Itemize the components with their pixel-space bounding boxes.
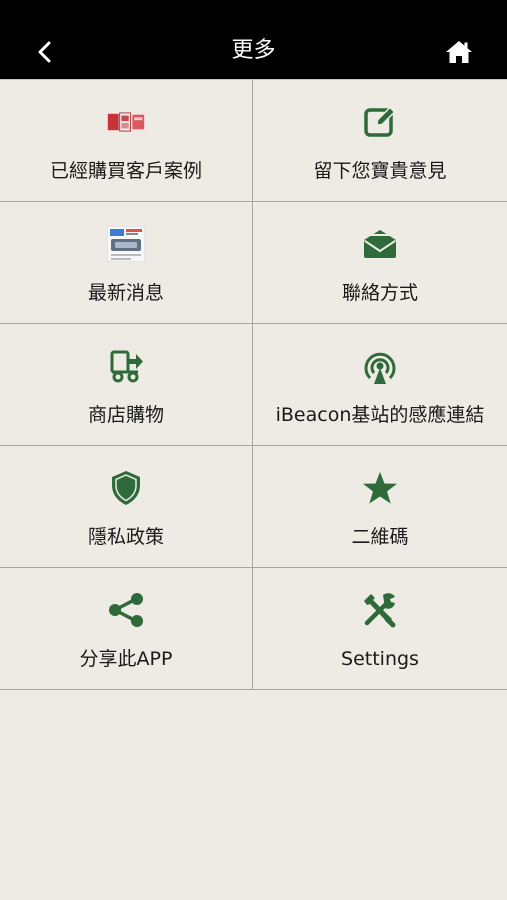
menu-item-contact[interactable]: 聯絡方式 — [253, 202, 507, 324]
menu-item-label: Settings — [341, 648, 419, 670]
menu-item-settings[interactable]: Settings — [253, 568, 507, 690]
news-thumbnail-icon — [106, 224, 146, 264]
menu-item-label: iBeacon基站的感應連結 — [275, 404, 485, 426]
tools-icon — [360, 590, 400, 630]
shield-icon — [106, 468, 146, 508]
menu-grid: 已經購買客戶案例 留下您寶貴意見 最新消息 聯絡方式 商店購物 iBeacon基… — [0, 79, 507, 690]
menu-item-share-app[interactable]: 分享此APP — [0, 568, 253, 690]
star-icon — [360, 468, 400, 508]
menu-item-label: 已經購買客戶案例 — [49, 160, 202, 182]
menu-item-shop[interactable]: 商店購物 — [0, 324, 253, 446]
share-icon — [106, 590, 146, 630]
menu-item-customer-cases[interactable]: 已經購買客戶案例 — [0, 80, 253, 202]
menu-item-label: 分享此APP — [79, 648, 173, 670]
menu-item-label: 聯絡方式 — [341, 282, 418, 304]
home-icon — [446, 41, 472, 63]
menu-item-label: 二維碼 — [351, 526, 409, 548]
mail-icon — [360, 224, 400, 264]
menu-item-privacy[interactable]: 隱私政策 — [0, 446, 253, 568]
top-navigation-bar: 更多 — [0, 0, 507, 79]
broadcast-icon — [360, 346, 400, 386]
customer-case-thumbnail-icon — [106, 102, 146, 142]
menu-item-label: 商店購物 — [87, 404, 164, 426]
menu-item-latest-news[interactable]: 最新消息 — [0, 202, 253, 324]
edit-icon — [360, 102, 400, 142]
delivery-truck-icon — [106, 346, 146, 386]
menu-item-feedback[interactable]: 留下您寶貴意見 — [253, 80, 507, 202]
menu-item-label: 最新消息 — [87, 282, 164, 304]
menu-item-qr-code[interactable]: 二維碼 — [253, 446, 507, 568]
page-title: 更多 — [231, 38, 276, 63]
menu-item-label: 隱私政策 — [87, 526, 164, 548]
menu-item-ibeacon[interactable]: iBeacon基站的感應連結 — [253, 324, 507, 446]
home-button[interactable] — [441, 36, 477, 68]
menu-item-label: 留下您寶貴意見 — [313, 160, 447, 182]
